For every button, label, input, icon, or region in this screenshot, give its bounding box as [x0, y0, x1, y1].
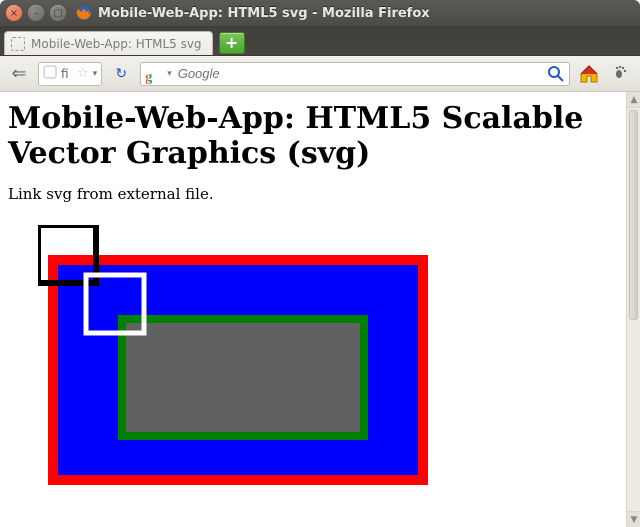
- search-input[interactable]: [178, 66, 541, 81]
- chevron-down-icon: ▼: [631, 515, 638, 525]
- window-close-button[interactable]: ×: [6, 5, 22, 21]
- page-content: Mobile-Web-App: HTML5 Scalable Vector Gr…: [0, 92, 626, 527]
- search-submit-icon[interactable]: [547, 65, 565, 83]
- chevron-up-icon: ▲: [631, 95, 638, 105]
- search-engine-dropdown-icon[interactable]: ▾: [167, 69, 172, 79]
- bookmark-star-icon[interactable]: ☆: [77, 66, 89, 81]
- tab-favicon-placeholder-icon: [11, 37, 25, 51]
- home-icon: [578, 63, 600, 85]
- page-paragraph: Link svg from external file.: [8, 185, 618, 203]
- reload-icon: ↻: [115, 66, 127, 82]
- scroll-up-button[interactable]: ▲: [627, 92, 640, 108]
- url-text: fi: [61, 67, 73, 81]
- scroll-thumb[interactable]: [629, 110, 638, 320]
- google-engine-icon[interactable]: [145, 66, 161, 82]
- addon-footprint-button[interactable]: [608, 62, 634, 86]
- site-identity-icon: [43, 65, 57, 82]
- reload-button[interactable]: ↻: [108, 62, 134, 86]
- window-maximize-button[interactable]: ▢: [50, 5, 66, 21]
- home-button[interactable]: [576, 62, 602, 86]
- plus-icon: +: [225, 35, 238, 51]
- back-arrow-icon: ⇐: [11, 63, 26, 84]
- tab-active[interactable]: Mobile-Web-App: HTML5 svg: [4, 31, 213, 55]
- firefox-icon: [76, 5, 92, 21]
- window-minimize-button[interactable]: –: [28, 5, 44, 21]
- page-viewport: Mobile-Web-App: HTML5 Scalable Vector Gr…: [0, 92, 640, 527]
- new-tab-button[interactable]: +: [219, 32, 245, 54]
- scroll-down-button[interactable]: ▼: [627, 511, 640, 527]
- navigation-toolbar: ⇐ fi ☆ ▾ ↻ ▾: [0, 56, 640, 92]
- search-bar[interactable]: ▾: [140, 62, 570, 86]
- window-titlebar: × – ▢ Mobile-Web-App: HTML5 svg - Mozill…: [0, 0, 640, 26]
- window-title: Mobile-Web-App: HTML5 svg - Mozilla Fire…: [98, 6, 430, 21]
- url-bar[interactable]: fi ☆ ▾: [38, 62, 102, 86]
- url-dropdown-icon[interactable]: ▾: [93, 69, 98, 79]
- embedded-svg: [38, 225, 438, 475]
- vertical-scrollbar[interactable]: ▲ ▼: [626, 92, 640, 527]
- tab-label: Mobile-Web-App: HTML5 svg: [31, 37, 202, 51]
- tab-strip: Mobile-Web-App: HTML5 svg +: [0, 26, 640, 56]
- back-button[interactable]: ⇐: [6, 62, 32, 86]
- footprint-icon: [613, 64, 629, 84]
- page-heading: Mobile-Web-App: HTML5 Scalable Vector Gr…: [8, 102, 618, 171]
